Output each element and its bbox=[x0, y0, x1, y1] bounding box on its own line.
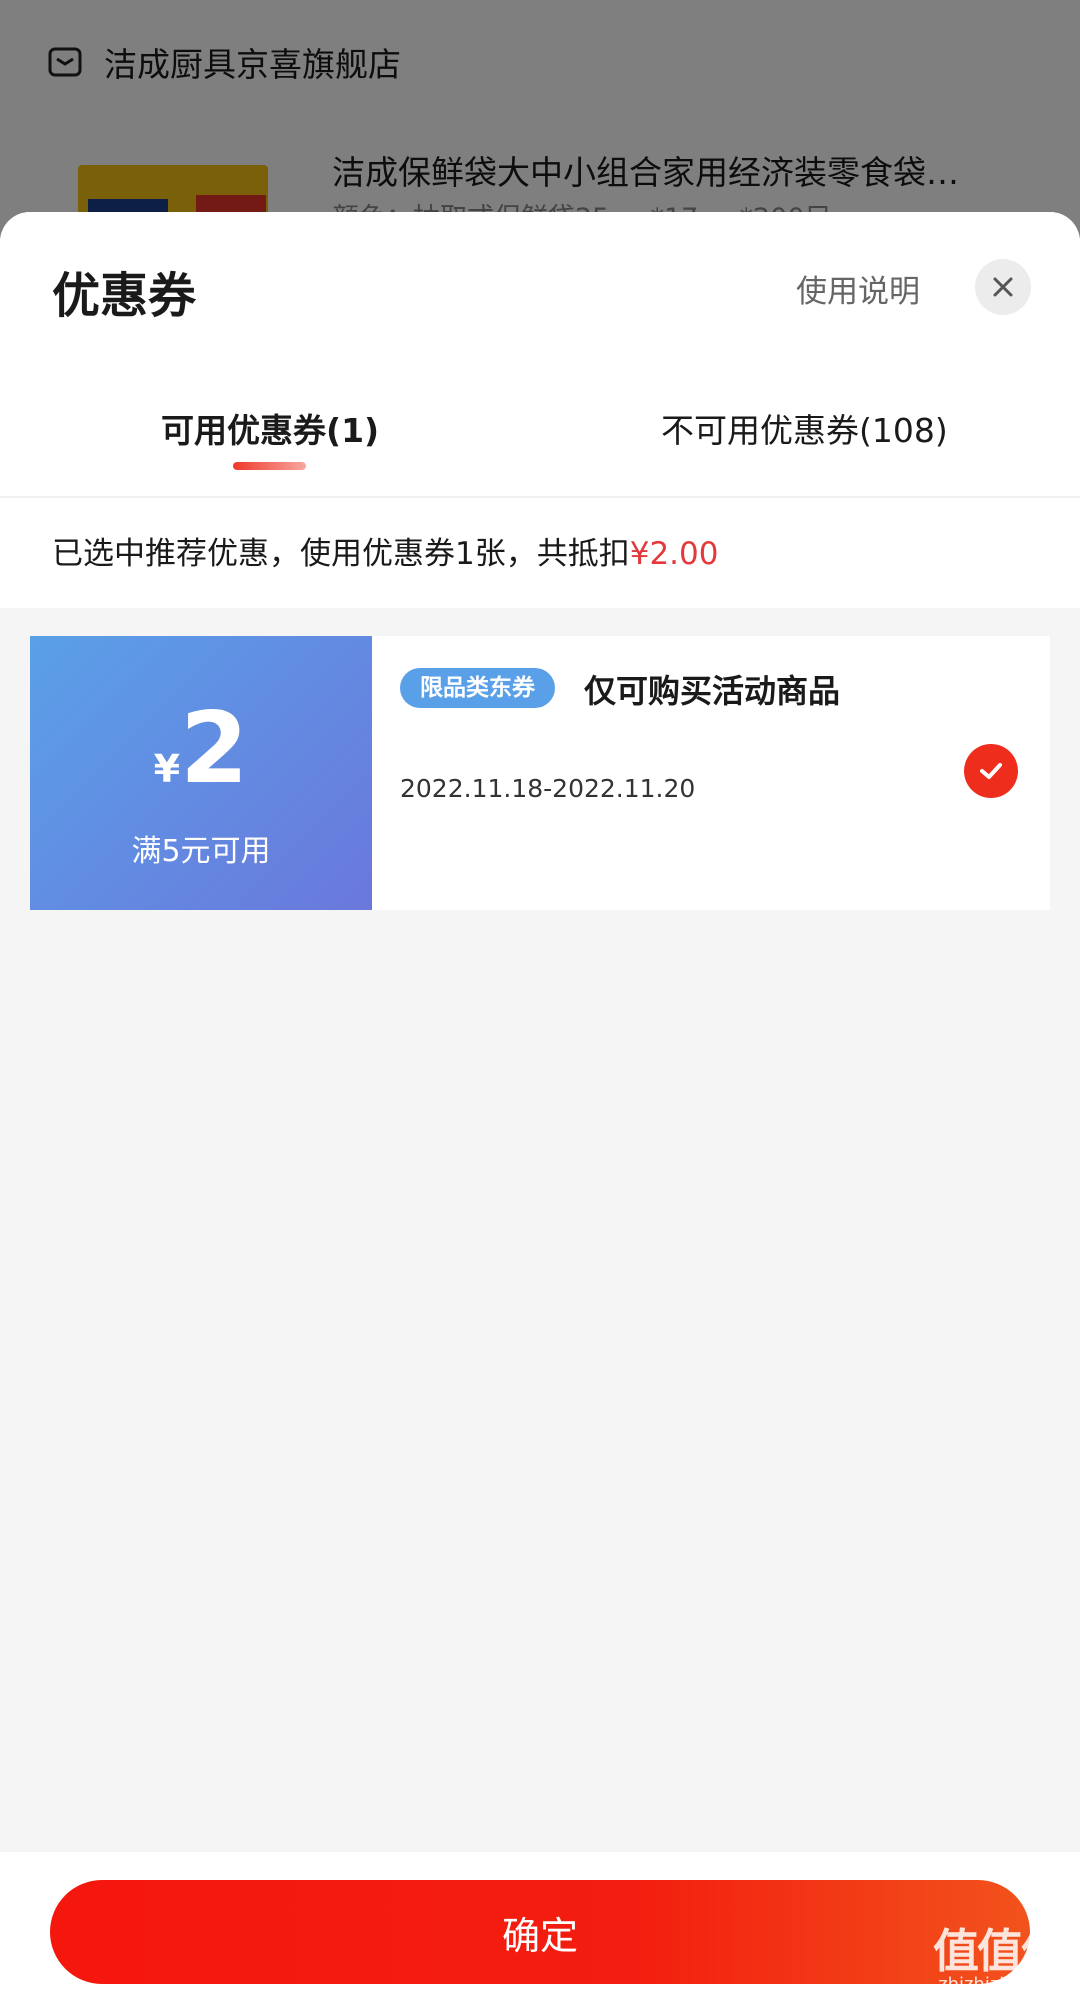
close-button[interactable] bbox=[975, 259, 1031, 315]
coupon-card[interactable]: ¥2 满5元可用 限品类东券 仅可购买活动商品 2022.11.18-2022.… bbox=[25, 636, 1050, 910]
watermark-main: 值值值 bbox=[933, 1924, 1067, 1978]
sheet-header: 优惠券 使用说明 可用优惠券(1) 不可用优惠券(108) bbox=[0, 212, 1080, 496]
discount-summary-bar: 已选中推荐优惠，使用优惠券1张，共抵扣¥2.00 bbox=[0, 498, 1080, 608]
coupon-select-checkbox[interactable] bbox=[964, 744, 1018, 798]
coupon-description: 仅可购买活动商品 bbox=[584, 672, 841, 710]
watermark-logo: 值值值 zhizhizhi.com bbox=[926, 1928, 1072, 1996]
coupon-type-badge: 限品类东券 bbox=[400, 668, 555, 708]
summary-amount: ¥2.00 bbox=[629, 536, 719, 572]
sheet-title: 优惠券 bbox=[52, 268, 197, 324]
usage-instructions-link[interactable]: 使用说明 bbox=[796, 266, 920, 311]
currency-symbol: ¥ bbox=[153, 747, 181, 791]
coupon-validity: 2022.11.18-2022.11.20 bbox=[400, 774, 696, 803]
coupon-amount: ¥2 bbox=[30, 700, 372, 798]
tab-available-coupons[interactable]: 可用优惠券(1) bbox=[161, 404, 379, 452]
checkmark-icon bbox=[980, 763, 1002, 779]
discount-summary: 已选中推荐优惠，使用优惠券1张，共抵扣¥2.00 bbox=[52, 528, 718, 573]
active-tab-indicator bbox=[233, 462, 306, 470]
confirm-button[interactable]: 确定 bbox=[50, 1880, 1030, 1984]
coupon-amount-value: 2 bbox=[180, 692, 249, 806]
coupon-sheet: 优惠券 使用说明 可用优惠券(1) 不可用优惠券(108) 已选中推荐优惠，使用… bbox=[0, 212, 1080, 2014]
watermark-url: zhizhizhi.com bbox=[938, 1974, 1060, 1995]
coupon-condition: 满5元可用 bbox=[131, 834, 271, 869]
close-icon bbox=[993, 277, 1013, 297]
sheet-footer: 确定 bbox=[0, 1852, 1080, 2014]
coupon-value-panel: ¥2 满5元可用 bbox=[25, 636, 372, 910]
tab-unavailable-coupons[interactable]: 不可用优惠券(108) bbox=[661, 404, 948, 452]
summary-text: 已选中推荐优惠，使用优惠券1张，共抵扣 bbox=[52, 536, 630, 572]
